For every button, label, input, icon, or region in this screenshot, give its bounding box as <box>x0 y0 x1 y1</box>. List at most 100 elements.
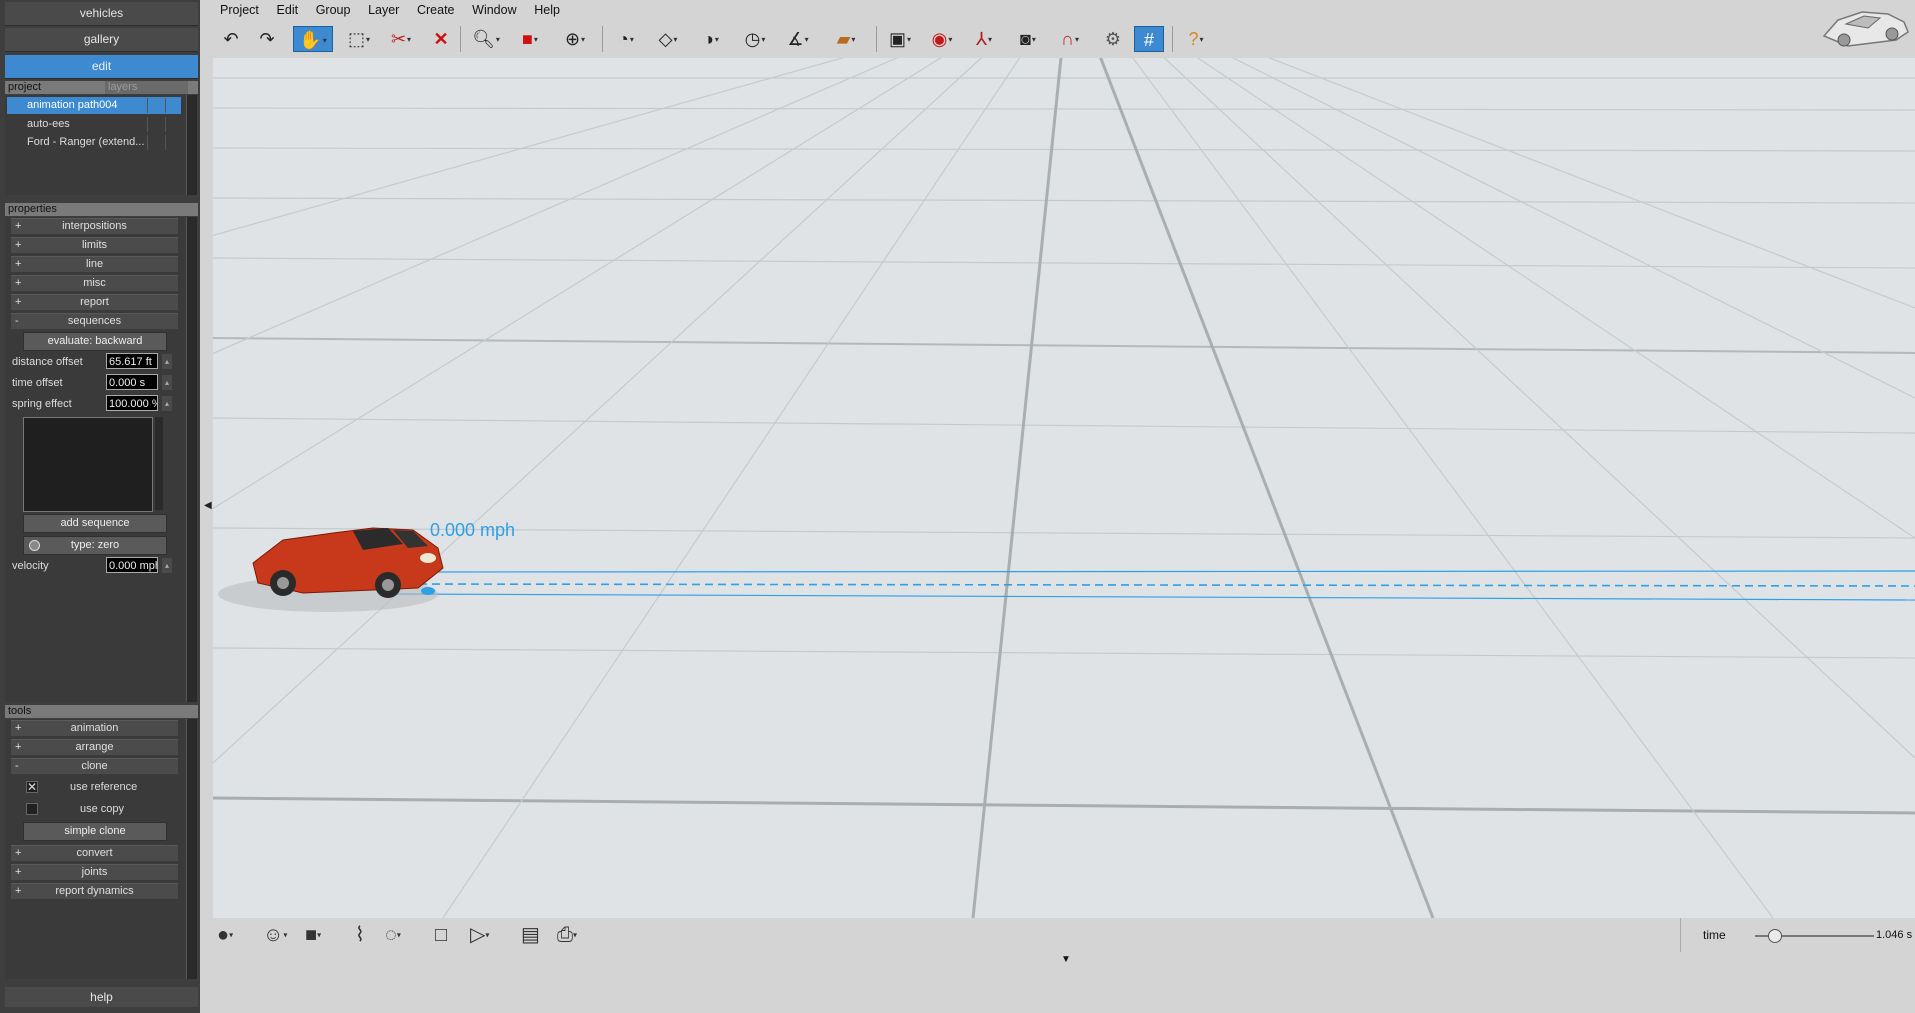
use-reference-row[interactable]: ✕ use reference <box>24 779 184 795</box>
prop-interpositions[interactable]: + interpositions <box>11 218 178 234</box>
toolbar-separator <box>876 26 877 52</box>
lock-cell[interactable] <box>165 135 179 150</box>
prop-line[interactable]: + line <box>11 256 178 272</box>
tool-clone[interactable]: - clone <box>11 758 178 774</box>
velocity-spinner[interactable]: ▴ <box>162 558 172 573</box>
cut-scissors-icon[interactable]: ✂▾ <box>383 26 419 52</box>
grid-toggle-icon[interactable]: # <box>1134 26 1164 52</box>
head-view-icon[interactable]: ☺▾ <box>263 918 287 953</box>
use-copy-row[interactable]: use copy <box>24 801 184 817</box>
print-icon[interactable]: ⎙▾ <box>557 918 577 953</box>
lock-cell[interactable] <box>165 98 179 113</box>
visibility-cell[interactable] <box>147 117 161 132</box>
menu-create[interactable]: Create <box>410 0 462 20</box>
project-scrollbar[interactable] <box>186 95 197 195</box>
expand-down-icon[interactable]: ▼ <box>1061 954 1071 965</box>
tool-arrange[interactable]: + arrange <box>11 739 178 755</box>
surface-plane-icon[interactable]: ◇▾ <box>650 26 686 52</box>
zoom-magnifier-icon[interactable]: 🔍︎▾ <box>468 26 504 52</box>
evaluate-backward-button[interactable]: evaluate: backward <box>23 332 167 351</box>
lock-cell[interactable] <box>165 117 179 132</box>
use-copy-checkbox[interactable] <box>26 803 38 815</box>
measure-gauge-icon[interactable]: ◔▾ <box>608 26 644 52</box>
prop-sequences[interactable]: - sequences <box>11 313 178 329</box>
prop-report[interactable]: + report <box>11 294 178 310</box>
tool-convert[interactable]: + convert <box>11 845 178 861</box>
tool-label: arrange <box>75 741 114 753</box>
prop-misc[interactable]: + misc <box>11 275 178 291</box>
spring-effect-spinner[interactable]: ▴ <box>162 396 172 411</box>
ruler-tape-icon[interactable]: ▰▾ <box>823 26 869 52</box>
speed-dial-icon[interactable]: ◷▾ <box>737 26 773 52</box>
time-offset-input[interactable]: 0.000 s <box>106 374 158 390</box>
report-icon[interactable]: ▤ <box>521 918 540 952</box>
render-sphere-icon[interactable]: ●▾ <box>217 918 233 953</box>
tools-scrollbar[interactable] <box>186 719 197 979</box>
expand-sign: + <box>15 258 22 270</box>
expand-sign: + <box>15 722 22 734</box>
tool-joints[interactable]: + joints <box>11 864 178 880</box>
use-copy-label: use copy <box>80 803 125 815</box>
simple-clone-button[interactable]: simple clone <box>23 822 167 841</box>
menu-group[interactable]: Group <box>309 0 358 20</box>
color-swatch-icon[interactable]: ■▾ <box>305 918 321 953</box>
edit-button[interactable]: edit <box>5 55 198 79</box>
layers-tab[interactable]: layers <box>105 81 188 94</box>
axes-icon[interactable]: ⅄▾ <box>966 26 1002 52</box>
settings-gear-icon[interactable]: ⚙ <box>1098 26 1128 52</box>
spring-effect-input[interactable]: 100.000 % <box>106 395 158 411</box>
project-item-ford-ranger[interactable]: Ford - Ranger (extend... <box>7 134 181 151</box>
gallery-button[interactable]: gallery <box>5 28 198 52</box>
sequence-list[interactable] <box>23 417 153 512</box>
angle-gauge-icon[interactable]: ◑▾ <box>693 26 729 52</box>
add-sequence-button[interactable]: add sequence <box>23 514 167 533</box>
lasso-icon[interactable]: ◌▾ <box>385 918 401 953</box>
delete-x-icon[interactable]: ✕ <box>428 26 454 52</box>
target-record-icon[interactable]: ◉▾ <box>924 26 960 52</box>
prop-limits[interactable]: + limits <box>11 237 178 253</box>
vehicle-ford-ranger[interactable] <box>218 527 444 612</box>
menu-project[interactable]: Project <box>213 0 266 20</box>
time-offset-spinner[interactable]: ▴ <box>162 375 172 390</box>
visibility-cell[interactable] <box>147 98 161 113</box>
menu-window[interactable]: Window <box>465 0 523 20</box>
visibility-cell[interactable] <box>147 135 161 150</box>
pan-hand-icon[interactable]: ✋▾ <box>293 26 333 52</box>
magnet-snap-icon[interactable]: ∩▾ <box>1052 26 1088 52</box>
help-button[interactable]: help <box>5 987 198 1007</box>
time-slider-knob[interactable] <box>1768 929 1783 943</box>
menu-help[interactable]: Help <box>527 0 567 20</box>
axis-angle-icon[interactable]: ∡▾ <box>780 26 816 52</box>
help-question-icon[interactable]: ?▾ <box>1178 26 1214 52</box>
distance-offset-spinner[interactable]: ▴ <box>162 354 172 369</box>
menu-layer[interactable]: Layer <box>361 0 406 20</box>
menu-edit[interactable]: Edit <box>270 0 306 20</box>
tool-report-dynamics[interactable]: + report dynamics <box>11 883 178 899</box>
collapse-panel-icon[interactable]: ◀ <box>204 500 212 511</box>
properties-scrollbar[interactable] <box>186 217 197 702</box>
distance-offset-input[interactable]: 65.617 ft <box>106 353 158 369</box>
menubar: Project Edit Group Layer Create Window H… <box>213 0 567 20</box>
sequence-list-scrollbar[interactable] <box>155 417 163 510</box>
animation-path[interactable] <box>392 570 1915 601</box>
type-zero-button[interactable]: type: zero <box>23 536 167 555</box>
undo-icon[interactable]: ↶ <box>218 26 244 52</box>
velocity-input[interactable]: 0.000 mph <box>106 557 158 573</box>
use-reference-checkbox[interactable]: ✕ <box>26 781 38 793</box>
project-item-animation-path[interactable]: animation path004 <box>7 97 181 114</box>
project-item-auto-ees[interactable]: auto-ees <box>7 116 181 133</box>
solid-cube-icon[interactable]: ■▾ <box>512 26 548 52</box>
camera-frame-icon[interactable]: ▣▾ <box>882 26 918 52</box>
select-box-icon[interactable]: ⬚▾ <box>341 26 377 52</box>
light-box-icon[interactable]: ◙▾ <box>1010 26 1046 52</box>
3d-viewport[interactable]: 0.000 mph <box>213 58 1915 918</box>
play-list-icon[interactable]: ▷▾ <box>470 918 489 953</box>
move-crosshair-icon[interactable]: ⊕▾ <box>555 26 595 52</box>
project-tab[interactable]: project <box>5 81 41 93</box>
tool-animation[interactable]: + animation <box>11 720 178 736</box>
redo-icon[interactable]: ↷ <box>254 26 280 52</box>
vehicles-button[interactable]: vehicles <box>5 2 198 26</box>
toolbar-separator <box>1172 26 1173 52</box>
graph-chart-icon[interactable]: ⌇ <box>355 918 365 952</box>
frame-square-icon[interactable]: □ <box>435 918 447 952</box>
